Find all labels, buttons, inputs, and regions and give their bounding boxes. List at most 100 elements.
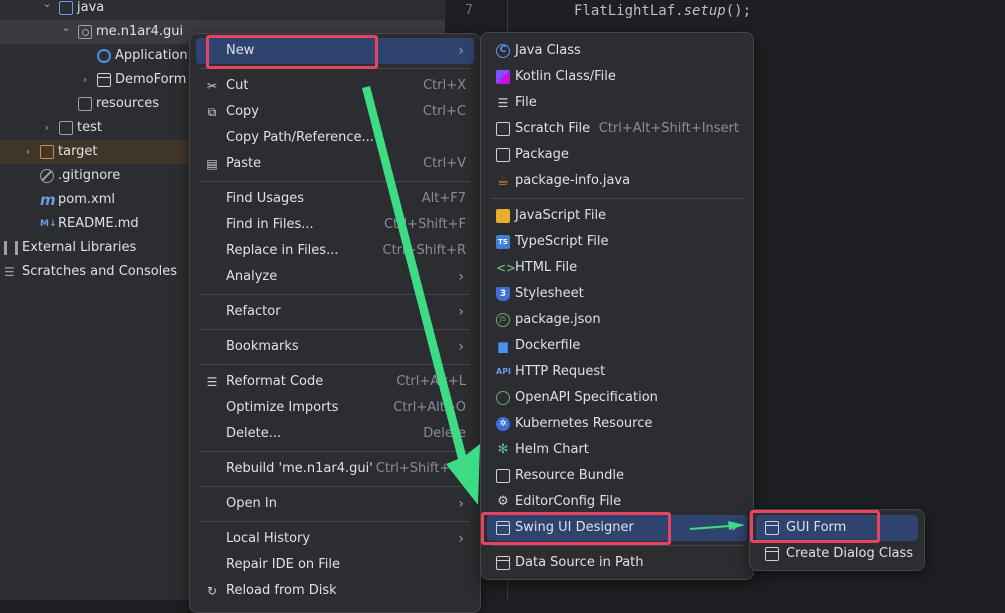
code-prefix: FlatLightLaf. [574, 3, 684, 19]
menu-item-shortcut: Delete [423, 426, 466, 441]
openapi-icon [496, 391, 510, 405]
menu-item-shortcut: Ctrl+Alt+L [396, 374, 466, 389]
scratch-file-icon [496, 122, 510, 136]
tree-item-label: target [58, 144, 98, 159]
menu-item-open-in[interactable]: Open In › [196, 491, 474, 517]
tree-item-label: README.md [58, 216, 139, 231]
menu-separator [200, 180, 470, 182]
bundle-icon [496, 469, 510, 483]
menu-item-typescript-file[interactable]: TS TypeScript File [487, 229, 747, 255]
menu-item-copy[interactable]: ⧉ Copy Ctrl+C [196, 99, 474, 125]
tree-item-label: me.n1ar4.gui [96, 24, 184, 39]
menu-item-optimize-imports[interactable]: Optimize Imports Ctrl+Alt+O [196, 395, 474, 421]
menu-item-find-in-files[interactable]: Find in Files... Ctrl+Shift+F [196, 212, 474, 238]
menu-item-kubernetes-resource[interactable]: ✲ Kubernetes Resource [487, 411, 747, 437]
menu-item-label: Copy Path/Reference... [226, 130, 374, 145]
context-menu: New › ✂ Cut Ctrl+X ⧉ Copy Ctrl+C Copy Path/Refer… [189, 33, 481, 613]
menu-item-shortcut: Ctrl+C [422, 104, 466, 119]
tree-item-label: External Libraries [22, 240, 137, 255]
package-icon [496, 148, 510, 162]
chevron-right-icon: › [458, 531, 464, 547]
css-icon: 3 [496, 287, 510, 301]
menu-item-gui-form[interactable]: GUI Form [756, 515, 918, 541]
menu-item-kotlin-class-file[interactable]: Kotlin Class/File [487, 64, 747, 90]
menu-item-reload-from-disk[interactable]: ↻ Reload from Disk [196, 578, 474, 604]
menu-item-create-dialog-class[interactable]: Create Dialog Class [756, 541, 918, 567]
menu-item-stylesheet[interactable]: 3 Stylesheet [487, 281, 747, 307]
menu-item-label: Kubernetes Resource [515, 416, 653, 431]
menu-item-label: Reformat Code [226, 374, 324, 389]
menu-item-local-history[interactable]: Local History › [196, 526, 474, 552]
tree-item-label: java [77, 0, 105, 15]
menu-item-analyze[interactable]: Analyze › [196, 264, 474, 290]
menu-separator [200, 450, 470, 452]
menu-item-label: Cut [226, 78, 249, 93]
chevron-down-icon[interactable]: ⌄ [60, 16, 72, 40]
package-icon [78, 25, 92, 39]
menu-separator [491, 197, 743, 199]
tree-item-label: resources [96, 96, 160, 111]
maven-icon: m [40, 191, 56, 209]
folder-icon [40, 145, 54, 159]
menu-item-http-request[interactable]: API HTTP Request [487, 359, 747, 385]
chevron-right-icon[interactable]: › [41, 116, 53, 140]
menu-item-refactor[interactable]: Refactor › [196, 299, 474, 325]
menu-item-package-json[interactable]: JS package.json [487, 307, 747, 333]
menu-item-new[interactable]: New › [196, 38, 474, 64]
tree-item-label: DemoForm [115, 72, 187, 87]
libraries-icon [4, 241, 18, 255]
java-class-icon: C [496, 44, 510, 58]
npm-icon: JS [496, 313, 510, 327]
menu-item-label: File [515, 95, 537, 110]
menu-item-dockerfile[interactable]: ▆ Dockerfile [487, 333, 747, 359]
menu-item-label: HTTP Request [515, 364, 606, 379]
menu-item-html-file[interactable]: <> HTML File [487, 255, 747, 281]
menu-item-replace-in-files[interactable]: Replace in Files... Ctrl+Shift+R [196, 238, 474, 264]
menu-item-label: Helm Chart [515, 442, 589, 457]
typescript-icon: TS [496, 235, 510, 249]
menu-item-paste[interactable]: ▤ Paste Ctrl+V [196, 151, 474, 177]
code-line[interactable]: FlatLightLaf.setup(); [574, 3, 751, 19]
menu-item-label: Analyze [226, 269, 278, 284]
tree-item-label: Scratches and Consoles [22, 264, 178, 279]
chevron-right-icon[interactable]: › [79, 68, 91, 92]
gear-icon: ⚙ [497, 494, 509, 509]
chevron-right-icon[interactable]: › [22, 140, 34, 164]
menu-item-label: Rebuild 'me.n1ar4.gui' [226, 461, 373, 476]
chevron-down-icon[interactable]: ⌄ [41, 0, 53, 16]
menu-item-label: HTML File [515, 260, 578, 275]
menu-item-shortcut: Ctrl+Shift+R [382, 243, 467, 258]
line-number: 7 [465, 3, 473, 18]
menu-item-find-usages[interactable]: Find Usages Alt+F7 [196, 186, 474, 212]
menu-item-reformat-code[interactable]: ☰ Reformat Code Ctrl+Alt+L [196, 369, 474, 395]
menu-item-label: Bookmarks [226, 339, 299, 354]
menu-item-swing-ui-designer[interactable]: Swing UI Designer › [487, 515, 747, 541]
menu-item-repair-ide-on-file[interactable]: Repair IDE on File [196, 552, 474, 578]
menu-item-java-class[interactable]: C Java Class [487, 38, 747, 64]
menu-item-file[interactable]: ☰ File [487, 90, 747, 116]
menu-item-resource-bundle[interactable]: Resource Bundle [487, 463, 747, 489]
menu-separator [200, 67, 470, 69]
menu-item-rebuild-me-n1ar4-gui[interactable]: Rebuild 'me.n1ar4.gui' Ctrl+Shift+F9 [196, 456, 474, 482]
menu-item-label: Package [515, 147, 569, 162]
menu-item-helm-chart[interactable]: ✻ Helm Chart [487, 437, 747, 463]
menu-item-label: Optimize Imports [226, 400, 339, 415]
menu-item-data-source-in-path[interactable]: Data Source in Path [487, 550, 747, 576]
menu-item-shortcut: Ctrl+X [423, 78, 466, 93]
menu-item-cut[interactable]: ✂ Cut Ctrl+X [196, 73, 474, 99]
menu-item-label: Stylesheet [515, 286, 584, 301]
menu-item-package-info-java[interactable]: ☕ package-info.java [487, 168, 747, 194]
menu-item-label: Replace in Files... [226, 243, 339, 258]
menu-item-bookmarks[interactable]: Bookmarks › [196, 334, 474, 360]
menu-item-delete[interactable]: Delete... Delete [196, 421, 474, 447]
menu-item-openapi-specification[interactable]: OpenAPI Specification [487, 385, 747, 411]
menu-item-editorconfig-file[interactable]: ⚙ EditorConfig File [487, 489, 747, 515]
menu-item-copy-path-reference[interactable]: Copy Path/Reference... [196, 125, 474, 151]
menu-item-scratch-file[interactable]: Scratch File Ctrl+Alt+Shift+Insert [487, 116, 747, 142]
scratches-icon: ☰ [4, 265, 15, 279]
kubernetes-icon: ✲ [496, 417, 510, 431]
menu-item-package[interactable]: Package [487, 142, 747, 168]
menu-item-javascript-file[interactable]: JavaScript File [487, 203, 747, 229]
chevron-right-icon: › [458, 496, 464, 512]
menu-separator [200, 328, 470, 330]
